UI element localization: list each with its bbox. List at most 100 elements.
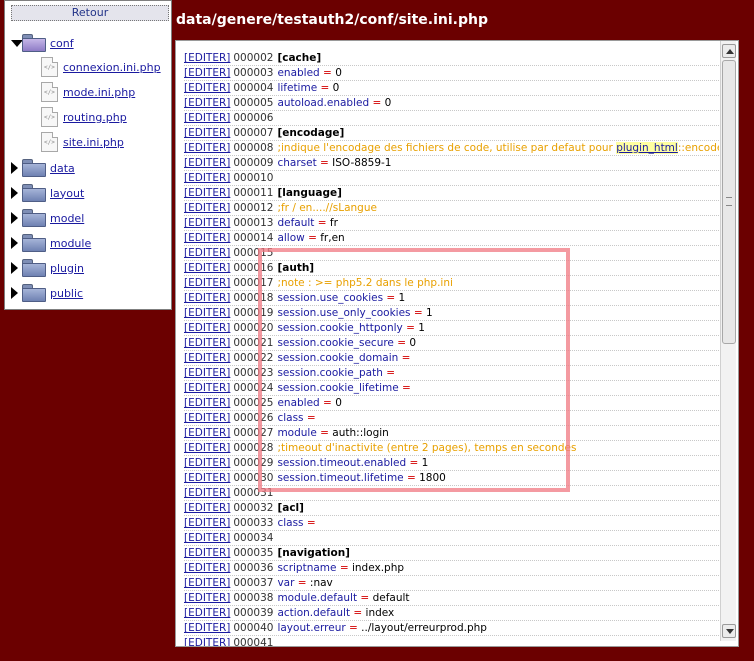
comment-link[interactable]: plugin_html	[616, 142, 678, 154]
edit-link[interactable]: [EDITER]	[184, 427, 230, 439]
line-number: 000027	[233, 427, 274, 439]
edit-link[interactable]: [EDITER]	[184, 562, 230, 574]
line-number: 000028	[233, 442, 274, 454]
tree-folder-module[interactable]: module	[11, 232, 91, 254]
edit-link[interactable]: [EDITER]	[184, 262, 230, 274]
edit-link[interactable]: [EDITER]	[184, 67, 230, 79]
config-key: session.cookie_httponly	[277, 322, 403, 334]
tree-file-routing[interactable]: </> routing.php	[41, 106, 127, 128]
line-number: 000021	[233, 337, 274, 349]
edit-link[interactable]: [EDITER]	[184, 97, 230, 109]
edit-link[interactable]: [EDITER]	[184, 547, 230, 559]
edit-link[interactable]: [EDITER]	[184, 532, 230, 544]
chevron-right-icon[interactable]	[11, 162, 21, 174]
edit-link[interactable]: [EDITER]	[184, 307, 230, 319]
edit-link[interactable]: [EDITER]	[184, 247, 230, 259]
edit-link[interactable]: [EDITER]	[184, 517, 230, 529]
edit-link[interactable]: [EDITER]	[184, 577, 230, 589]
edit-link[interactable]: [EDITER]	[184, 637, 230, 646]
config-key: module	[277, 427, 317, 439]
edit-link[interactable]: [EDITER]	[184, 217, 230, 229]
edit-link[interactable]: [EDITER]	[184, 202, 230, 214]
tree-folder-model[interactable]: model	[11, 207, 84, 229]
line-number: 000003	[233, 67, 274, 79]
folder-icon	[22, 209, 46, 227]
edit-link[interactable]: [EDITER]	[184, 457, 230, 469]
code-line: [EDITER] 000014 allow = fr,en	[184, 231, 719, 246]
config-key: session.cookie_domain	[277, 352, 399, 364]
config-key: enabled	[277, 67, 320, 79]
line-number: 000023	[233, 367, 274, 379]
edit-link[interactable]: [EDITER]	[184, 52, 230, 64]
chevron-right-icon[interactable]	[11, 287, 21, 299]
tree-folder-public[interactable]: public	[11, 282, 83, 304]
edit-link[interactable]: [EDITER]	[184, 382, 230, 394]
folder-label[interactable]: conf	[50, 37, 74, 50]
file-label[interactable]: site.ini.php	[63, 136, 124, 149]
chevron-right-icon[interactable]	[11, 187, 21, 199]
chevron-right-icon[interactable]	[11, 237, 21, 249]
edit-link[interactable]: [EDITER]	[184, 187, 230, 199]
tree-file-site[interactable]: </> site.ini.php	[41, 131, 124, 153]
tree-file-mode[interactable]: </> mode.ini.php	[41, 81, 135, 103]
edit-link[interactable]: [EDITER]	[184, 232, 230, 244]
code-line: [EDITER] 000035 [navigation]	[184, 546, 719, 561]
config-key: module.default	[277, 592, 358, 604]
file-label[interactable]: routing.php	[63, 111, 127, 124]
edit-link[interactable]: [EDITER]	[184, 337, 230, 349]
line-number: 000007	[233, 127, 274, 139]
edit-link[interactable]: [EDITER]	[184, 112, 230, 124]
scrollbar-thumb[interactable]	[722, 60, 736, 344]
page-title: data/genere/testauth2/conf/site.ini.php	[176, 12, 488, 28]
edit-link[interactable]: [EDITER]	[184, 502, 230, 514]
folder-label[interactable]: module	[50, 237, 91, 250]
edit-link[interactable]: [EDITER]	[184, 367, 230, 379]
folder-label[interactable]: model	[50, 212, 84, 225]
scroll-up-button[interactable]	[722, 44, 736, 58]
edit-link[interactable]: [EDITER]	[184, 292, 230, 304]
folder-label[interactable]: data	[50, 162, 75, 175]
edit-link[interactable]: [EDITER]	[184, 352, 230, 364]
comment-text: ;timeout d'inactivite (entre 2 pages), t…	[277, 442, 577, 454]
edit-link[interactable]: [EDITER]	[184, 397, 230, 409]
edit-link[interactable]: [EDITER]	[184, 412, 230, 424]
edit-link[interactable]: [EDITER]	[184, 172, 230, 184]
tree-folder-plugin[interactable]: plugin	[11, 257, 84, 279]
file-label[interactable]: mode.ini.php	[63, 86, 135, 99]
line-number: 000041	[233, 637, 274, 647]
equals-sign: =	[393, 337, 410, 349]
line-number: 000004	[233, 82, 274, 94]
edit-link[interactable]: [EDITER]	[184, 487, 230, 499]
back-button[interactable]: Retour	[11, 5, 169, 21]
chevron-right-icon[interactable]	[11, 262, 21, 274]
edit-link[interactable]: [EDITER]	[184, 622, 230, 634]
edit-link[interactable]: [EDITER]	[184, 157, 230, 169]
folder-label[interactable]: public	[50, 287, 83, 300]
edit-link[interactable]: [EDITER]	[184, 127, 230, 139]
chevron-down-icon[interactable]	[11, 38, 23, 48]
chevron-right-icon[interactable]	[11, 212, 21, 224]
edit-link[interactable]: [EDITER]	[184, 82, 230, 94]
edit-link[interactable]: [EDITER]	[184, 277, 230, 289]
folder-label[interactable]: plugin	[50, 262, 84, 275]
edit-link[interactable]: [EDITER]	[184, 607, 230, 619]
tree-folder-conf[interactable]: conf	[11, 32, 74, 54]
tree-folder-layout[interactable]: layout	[11, 182, 84, 204]
edit-link[interactable]: [EDITER]	[184, 322, 230, 334]
code-viewer[interactable]: [EDITER] 000002 [cache] [EDITER] 000003 enabl…	[175, 40, 739, 647]
tree-file-connexion[interactable]: </> connexion.ini.php	[41, 56, 161, 78]
config-value: ../layout/erreurprod.php	[361, 622, 487, 634]
file-label[interactable]: connexion.ini.php	[63, 61, 161, 74]
edit-link[interactable]: [EDITER]	[184, 472, 230, 484]
config-key: session.use_only_cookies	[277, 307, 411, 319]
equals-sign: =	[303, 517, 316, 529]
config-value: 0	[335, 397, 342, 409]
tree-folder-data[interactable]: data	[11, 157, 75, 179]
folder-label[interactable]: layout	[50, 187, 84, 200]
scroll-down-button[interactable]	[722, 624, 736, 638]
edit-link[interactable]: [EDITER]	[184, 142, 230, 154]
edit-link[interactable]: [EDITER]	[184, 442, 230, 454]
code-line: [EDITER] 000041	[184, 636, 719, 647]
vertical-scrollbar[interactable]	[720, 41, 736, 641]
edit-link[interactable]: [EDITER]	[184, 592, 230, 604]
